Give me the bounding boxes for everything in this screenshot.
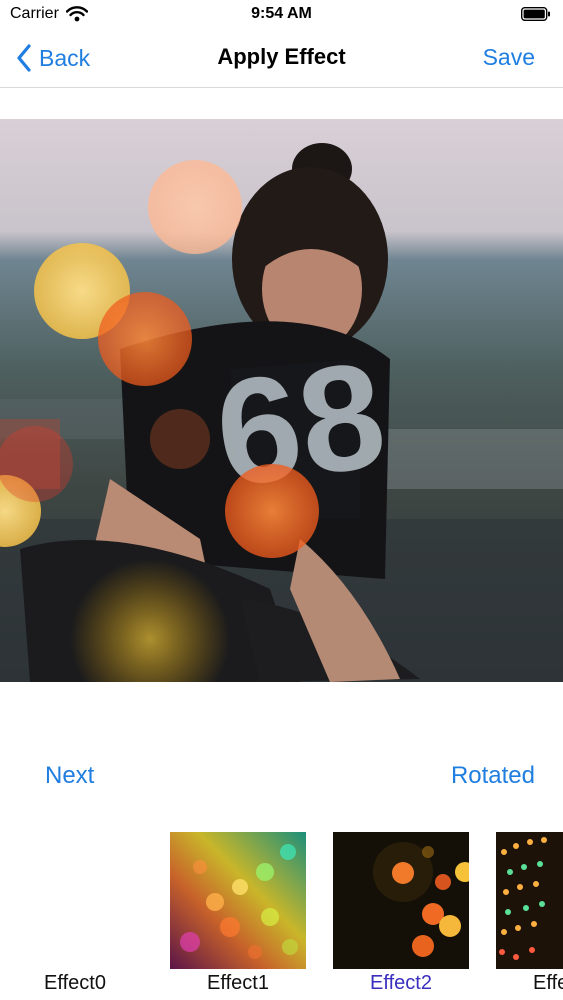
status-time: 9:54 AM <box>251 5 312 22</box>
edited-photo: 68 <box>0 119 563 682</box>
status-bar: Carrier 9:54 AM <box>0 0 563 30</box>
back-button-label: Back <box>39 44 91 71</box>
effect-item-3[interactable]: Effect3 <box>496 832 563 1000</box>
effect-item-1[interactable]: Effect1 <box>170 832 306 1000</box>
back-button[interactable]: Back <box>16 41 90 75</box>
navigation-bar: Back Apply Effect Save <box>0 30 563 88</box>
rotated-button[interactable]: Rotated <box>451 762 535 790</box>
battery-icon <box>520 6 551 22</box>
effect-label: Effect0 <box>44 972 106 994</box>
effect-thumbnail-empty <box>7 832 143 969</box>
effect-label: Effect3 <box>533 972 563 994</box>
effect-thumbnail <box>170 832 306 969</box>
effect-label: Effect1 <box>207 972 269 994</box>
next-button[interactable]: Next <box>45 762 94 790</box>
effect-thumbnail <box>496 832 563 969</box>
save-button[interactable]: Save <box>483 44 535 71</box>
effect-item-2[interactable]: Effect2 <box>333 832 469 1000</box>
chevron-left-icon <box>17 44 31 72</box>
effect-item-0[interactable]: Effect0 <box>7 832 143 1000</box>
effect-label: Effect2 <box>370 972 432 994</box>
effects-carousel[interactable]: Effect0 Effect1 Effect2 Effe <box>0 832 563 1000</box>
effect-thumbnail <box>333 832 469 969</box>
